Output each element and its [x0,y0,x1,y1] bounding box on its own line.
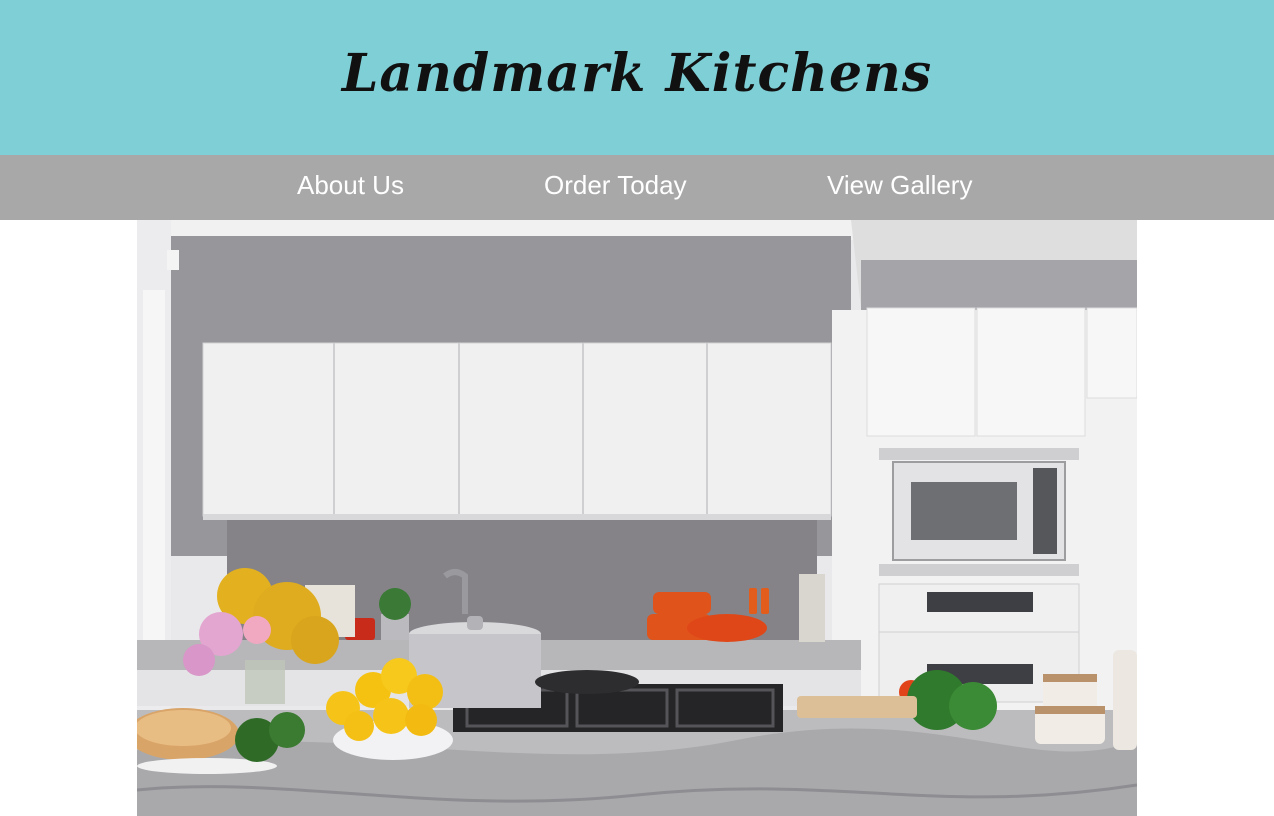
hero-kitchen-photo [137,220,1137,816]
upper-cabinets [202,342,832,520]
site-title: Landmark Kitchens [341,43,933,104]
nav-about-us[interactable]: About Us [297,170,404,201]
nav-view-gallery[interactable]: View Gallery [827,170,972,201]
site-header: Landmark Kitchens [0,0,1274,155]
microwave [879,448,1079,576]
nav-order-today[interactable]: Order Today [544,170,687,201]
nav-bar: About Us Order Today View Gallery [0,155,1274,220]
kitchen-illustration [137,220,1137,816]
